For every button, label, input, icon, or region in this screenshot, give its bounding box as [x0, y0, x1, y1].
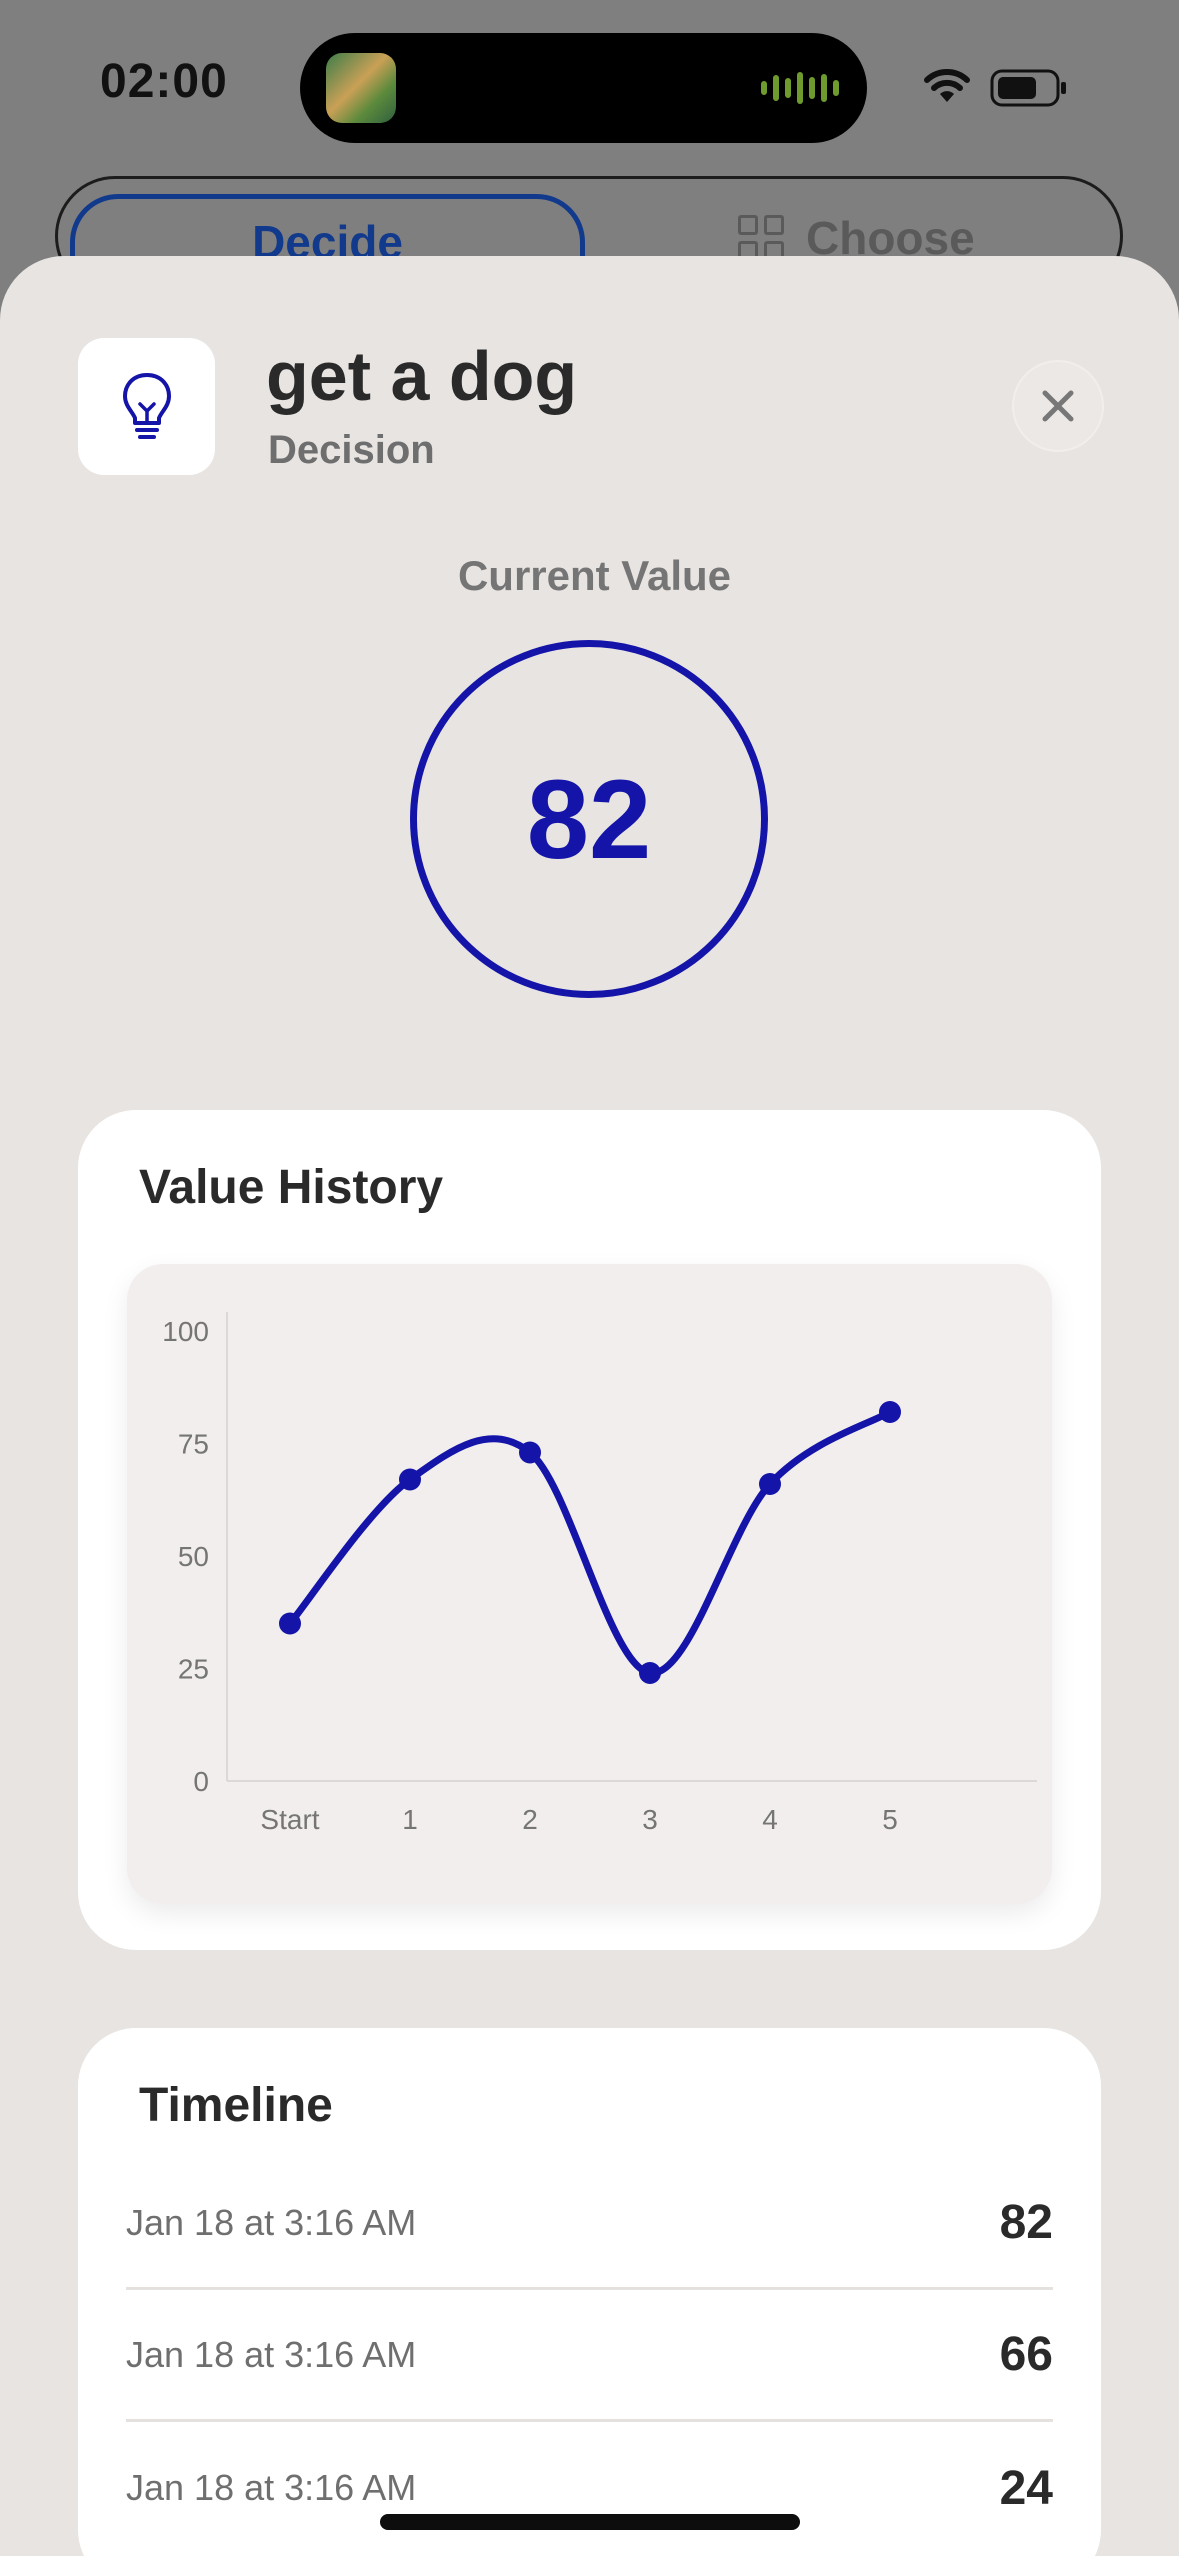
timeline-date: Jan 18 at 3:16 AM — [126, 2333, 417, 2375]
decision-type: Decision — [268, 428, 435, 472]
decision-detail-sheet: get a dog Decision Current Value 82 Valu… — [0, 256, 1179, 2556]
x-tick-label: 2 — [522, 1804, 538, 1835]
timeline-row: Jan 18 at 3:16 AM 66 — [126, 2290, 1053, 2422]
lightbulb-icon — [122, 372, 171, 439]
battery-icon — [990, 69, 1066, 107]
timeline-row: Jan 18 at 3:16 AM 82 — [126, 2158, 1053, 2290]
value-history-card: Value History 0 25 50 75 100 Start 1 2 3 4 5 — [78, 1110, 1101, 1950]
timeline-value: 82 — [999, 2196, 1053, 2249]
timeline-list: Jan 18 at 3:16 AM 82 Jan 18 at 3:16 AM 6… — [126, 2158, 1053, 2554]
album-art-icon[interactable] — [326, 53, 396, 123]
data-point — [639, 1662, 661, 1684]
audio-waveform-icon — [761, 71, 839, 105]
value-history-chart: 0 25 50 75 100 Start 1 2 3 4 5 — [127, 1264, 1052, 1904]
x-tick-label: 4 — [762, 1804, 778, 1835]
x-tick-label: 5 — [882, 1804, 898, 1835]
close-icon — [1042, 390, 1074, 422]
close-button[interactable] — [1012, 360, 1104, 452]
timeline-date: Jan 18 at 3:16 AM — [126, 2201, 417, 2243]
status-bar: 02:00 — [0, 0, 1179, 170]
data-point — [759, 1473, 781, 1495]
timeline-card: Timeline Jan 18 at 3:16 AM 82 Jan 18 at … — [78, 2028, 1101, 2556]
y-tick-label: 75 — [178, 1429, 209, 1460]
x-tick-label: 3 — [642, 1804, 658, 1835]
y-tick-label: 0 — [193, 1766, 209, 1797]
x-tick-label: Start — [260, 1804, 319, 1835]
timeline-row: Jan 18 at 3:16 AM 24 — [126, 2422, 1053, 2554]
current-value-number: 82 — [526, 756, 652, 882]
timeline-title: Timeline — [139, 2079, 333, 2132]
data-point — [279, 1612, 301, 1635]
current-value-ring: 82 — [410, 640, 768, 998]
x-tick-label: 1 — [402, 1804, 418, 1835]
y-tick-label: 25 — [178, 1654, 209, 1685]
y-tick-label: 100 — [162, 1316, 209, 1347]
wifi-icon — [924, 69, 970, 102]
timeline-value: 24 — [999, 2461, 1053, 2515]
data-point — [879, 1401, 901, 1423]
grid-icon — [738, 215, 784, 261]
decision-icon-tile — [78, 338, 215, 475]
status-time: 02:00 — [100, 55, 228, 108]
timeline-date: Jan 18 at 3:16 AM — [126, 2467, 417, 2508]
dynamic-island[interactable] — [300, 33, 867, 143]
line-chart: 0 25 50 75 100 Start 1 2 3 4 5 — [162, 1312, 1037, 1835]
series-line — [286, 1408, 894, 1677]
decision-title: get a dog — [266, 337, 578, 415]
y-tick-label: 50 — [178, 1541, 209, 1572]
timeline-value: 66 — [999, 2328, 1053, 2381]
data-point — [399, 1468, 421, 1491]
data-point — [519, 1441, 541, 1464]
home-indicator[interactable] — [380, 2514, 800, 2530]
current-value-label: Current Value — [457, 552, 732, 599]
value-history-title: Value History — [139, 1161, 444, 1214]
